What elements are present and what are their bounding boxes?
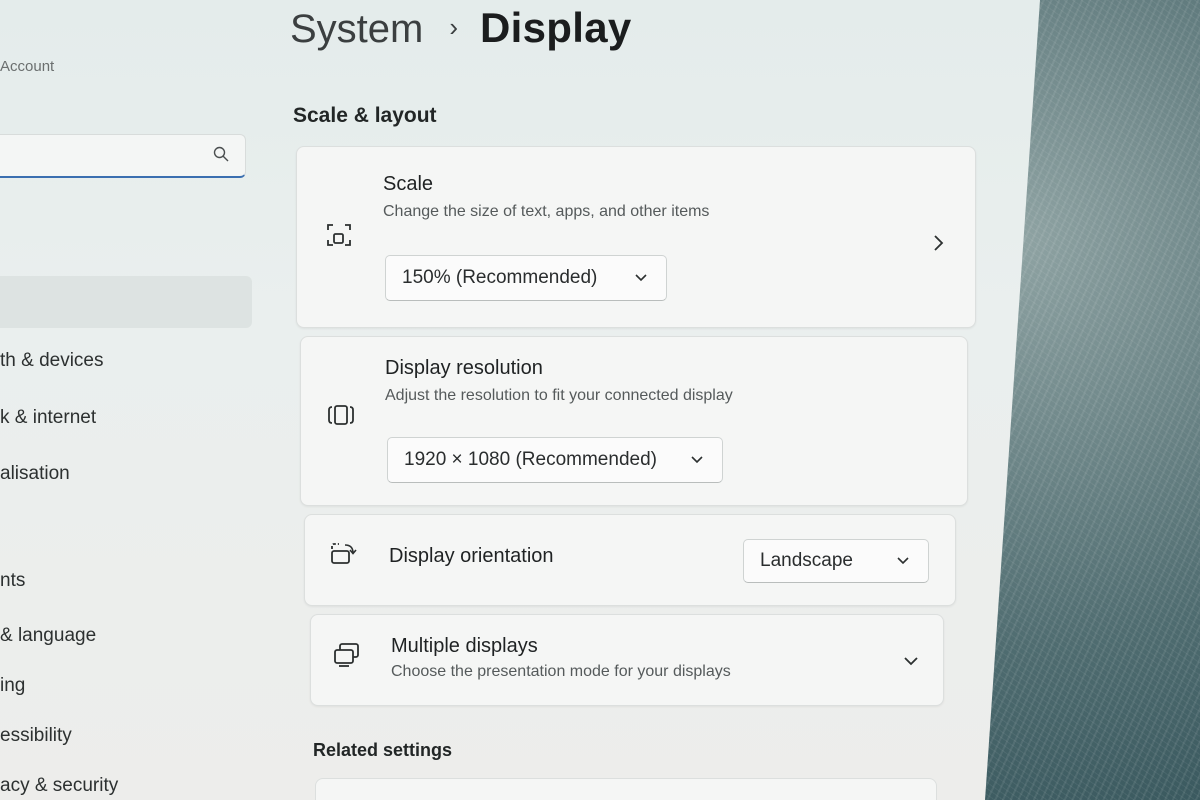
chevron-down-icon (691, 456, 703, 464)
related-settings-title: Related settings (313, 740, 453, 760)
chevron-down-icon[interactable] (903, 655, 919, 667)
sidebar-item-personalisation[interactable]: alisation (0, 463, 70, 485)
scale-dropdown-value: 150% (Recommended) (402, 267, 598, 288)
sidebar-item-privacy-security[interactable]: acy & security (0, 775, 118, 797)
settings-window: Account th & devices k & internet alisat… (0, 0, 1040, 800)
multiple-displays-card[interactable]: Multiple displays Choose the presentatio… (310, 614, 944, 706)
multiple-displays-title: Multiple displays (391, 635, 538, 657)
chevron-right-icon[interactable] (931, 233, 945, 253)
account-label[interactable]: Account (0, 58, 54, 75)
sidebar-item-gaming[interactable]: ing (0, 675, 25, 697)
page-title: Display (480, 4, 632, 51)
search-input[interactable] (0, 134, 246, 178)
multiple-displays-icon (334, 643, 359, 667)
sidebar: Account th & devices k & internet alisat… (0, 0, 260, 800)
scale-card[interactable]: Scale Change the size of text, apps, and… (296, 146, 976, 328)
breadcrumb: System › Display (290, 4, 632, 52)
sidebar-item-accessibility[interactable]: essibility (0, 725, 72, 747)
related-settings-card[interactable] (315, 778, 937, 800)
sidebar-item-accounts[interactable]: nts (0, 570, 25, 592)
sidebar-item-bluetooth-devices[interactable]: th & devices (0, 350, 104, 372)
breadcrumb-separator: › (449, 12, 459, 42)
multiple-displays-subtitle: Choose the presentation mode for your di… (391, 663, 731, 680)
orientation-title: Display orientation (389, 545, 554, 567)
resolution-dropdown[interactable]: 1920 × 1080 (Recommended) (387, 437, 723, 483)
scale-subtitle: Change the size of text, apps, and other… (383, 203, 710, 220)
sidebar-item-selected[interactable] (0, 276, 252, 328)
scale-dropdown[interactable]: 150% (Recommended) (385, 255, 667, 301)
chevron-down-icon (897, 557, 909, 565)
sidebar-item-network-internet[interactable]: k & internet (0, 407, 96, 429)
section-title: Scale & layout (293, 104, 437, 127)
scale-icon (327, 224, 351, 246)
sidebar-item-time-language[interactable]: & language (0, 625, 96, 647)
chevron-down-icon (635, 274, 647, 282)
search-icon (213, 146, 229, 162)
resolution-title: Display resolution (385, 357, 543, 379)
orientation-dropdown-value: Landscape (760, 550, 853, 571)
orientation-card: Display orientation Landscape (304, 514, 956, 606)
orientation-icon (331, 543, 357, 564)
resolution-icon (328, 405, 354, 425)
resolution-dropdown-value: 1920 × 1080 (Recommended) (404, 449, 657, 470)
breadcrumb-system[interactable]: System (290, 7, 423, 52)
scale-title: Scale (383, 173, 434, 195)
resolution-card: Display resolution Adjust the resolution… (300, 336, 968, 506)
resolution-subtitle: Adjust the resolution to fit your connec… (385, 387, 733, 404)
orientation-dropdown[interactable]: Landscape (743, 539, 929, 583)
